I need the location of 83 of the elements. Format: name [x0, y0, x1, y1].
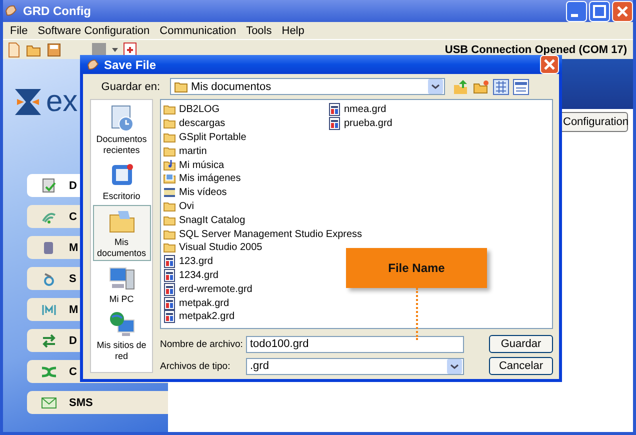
connection-status: USB Connection Opened (COM 17): [444, 44, 628, 56]
plus-document-icon[interactable]: [123, 42, 137, 58]
file-name[interactable]: martin: [179, 146, 207, 157]
place-button[interactable]: Mis sitios de red: [92, 308, 150, 364]
file-name[interactable]: 1234.grd: [179, 270, 218, 281]
menu-item[interactable]: Communication: [154, 24, 242, 36]
close-button[interactable]: [612, 0, 633, 22]
window-title: GRD Config: [23, 4, 92, 18]
satellite-icon: [41, 270, 57, 286]
place-button[interactable]: Documentos recientes: [92, 102, 150, 158]
file-name[interactable]: GSplit Portable: [179, 132, 246, 143]
document-check-icon: [41, 178, 57, 194]
file-type-label: Archivos de tipo:: [160, 360, 232, 372]
square-icon[interactable]: [91, 42, 107, 58]
location-dropdown[interactable]: Mis documentos: [170, 78, 445, 95]
minimize-button[interactable]: [566, 0, 587, 22]
file-name[interactable]: erd-wremote.grd: [179, 284, 252, 295]
folder-icon[interactable]: [163, 214, 176, 227]
open-folder-icon[interactable]: [26, 42, 42, 56]
menu-item[interactable]: Tools: [241, 24, 277, 36]
music-folder-icon[interactable]: [163, 158, 176, 172]
file-name[interactable]: Mi música: [179, 160, 224, 171]
app-icon: [4, 4, 18, 18]
folder-icon[interactable]: [163, 144, 176, 158]
file-name[interactable]: SQL Server Management Studio Express: [179, 228, 362, 240]
file-name[interactable]: 123.grd: [179, 256, 213, 268]
film-folder-icon[interactable]: [163, 186, 176, 200]
globe-computer-icon: [108, 310, 136, 338]
cancel-button[interactable]: Cancelar: [489, 357, 553, 375]
mail-icon: [41, 394, 57, 410]
file-name[interactable]: metpak.grd: [179, 298, 230, 309]
file-name[interactable]: Visual Studio 2005: [179, 242, 262, 254]
close-button[interactable]: [540, 55, 559, 74]
folder-icon[interactable]: [163, 130, 176, 144]
folder-icon[interactable]: [163, 200, 176, 213]
leader-line: [416, 288, 418, 340]
logo-icon: [15, 89, 41, 115]
file-name[interactable]: nmea.grd: [344, 104, 386, 116]
nav-button[interactable]: SMS: [27, 391, 168, 414]
file-name-label: Nombre de archivo:: [160, 338, 244, 350]
new-folder-icon[interactable]: [473, 78, 489, 94]
folder-icon[interactable]: [163, 117, 176, 130]
file-name-field[interactable]: todo100.grd: [246, 336, 464, 352]
save-in-label: Guardar en:: [100, 80, 160, 92]
folder-icon[interactable]: [163, 103, 176, 116]
file-name[interactable]: Mis imágenes: [179, 173, 241, 184]
save-icon[interactable]: [47, 42, 61, 56]
file-name[interactable]: SnagIt Catalog: [179, 214, 246, 226]
dialog-title: Save File: [104, 58, 158, 72]
logo-text: ex: [46, 87, 78, 117]
transfer-icon: [41, 332, 57, 348]
place-button[interactable]: Mi PC: [92, 262, 150, 307]
file-name[interactable]: descargas: [179, 118, 226, 130]
app-icon: [87, 58, 99, 70]
place-button[interactable]: Mis documentos: [92, 205, 150, 261]
new-file-icon[interactable]: [7, 42, 21, 58]
file-icon[interactable]: [163, 296, 176, 310]
file-name[interactable]: Mis vídeos: [179, 187, 227, 198]
view-list-icon[interactable]: [513, 78, 529, 94]
save-button[interactable]: Guardar: [489, 335, 553, 353]
up-folder-icon[interactable]: [453, 78, 469, 94]
pictures-folder-icon[interactable]: [163, 172, 176, 186]
file-type-dropdown[interactable]: .grd: [246, 358, 464, 374]
file-name[interactable]: Ovi: [179, 200, 194, 212]
file-icon[interactable]: [328, 117, 341, 130]
dropdown-arrow-icon[interactable]: [112, 48, 118, 52]
maximize-button[interactable]: [589, 0, 610, 22]
file-name[interactable]: DB2LOG: [179, 104, 220, 116]
view-details-icon[interactable]: [493, 78, 509, 94]
callout-box: File Name: [346, 248, 487, 288]
file-name[interactable]: metpak2.grd: [179, 311, 235, 322]
file-icon[interactable]: [163, 255, 176, 268]
folder-icon: [174, 80, 188, 92]
folder-icon[interactable]: [163, 228, 176, 241]
file-icon[interactable]: [328, 103, 341, 116]
file-icon[interactable]: [163, 268, 176, 282]
file-name[interactable]: prueba.grd: [344, 118, 392, 130]
menu-item[interactable]: Software Configuration: [32, 24, 155, 36]
menu-item[interactable]: Help: [276, 24, 310, 36]
menu-item[interactable]: File: [5, 24, 33, 36]
file-icon[interactable]: [163, 282, 176, 296]
file-icon[interactable]: [163, 310, 176, 324]
place-button[interactable]: Escritorio: [92, 159, 150, 204]
